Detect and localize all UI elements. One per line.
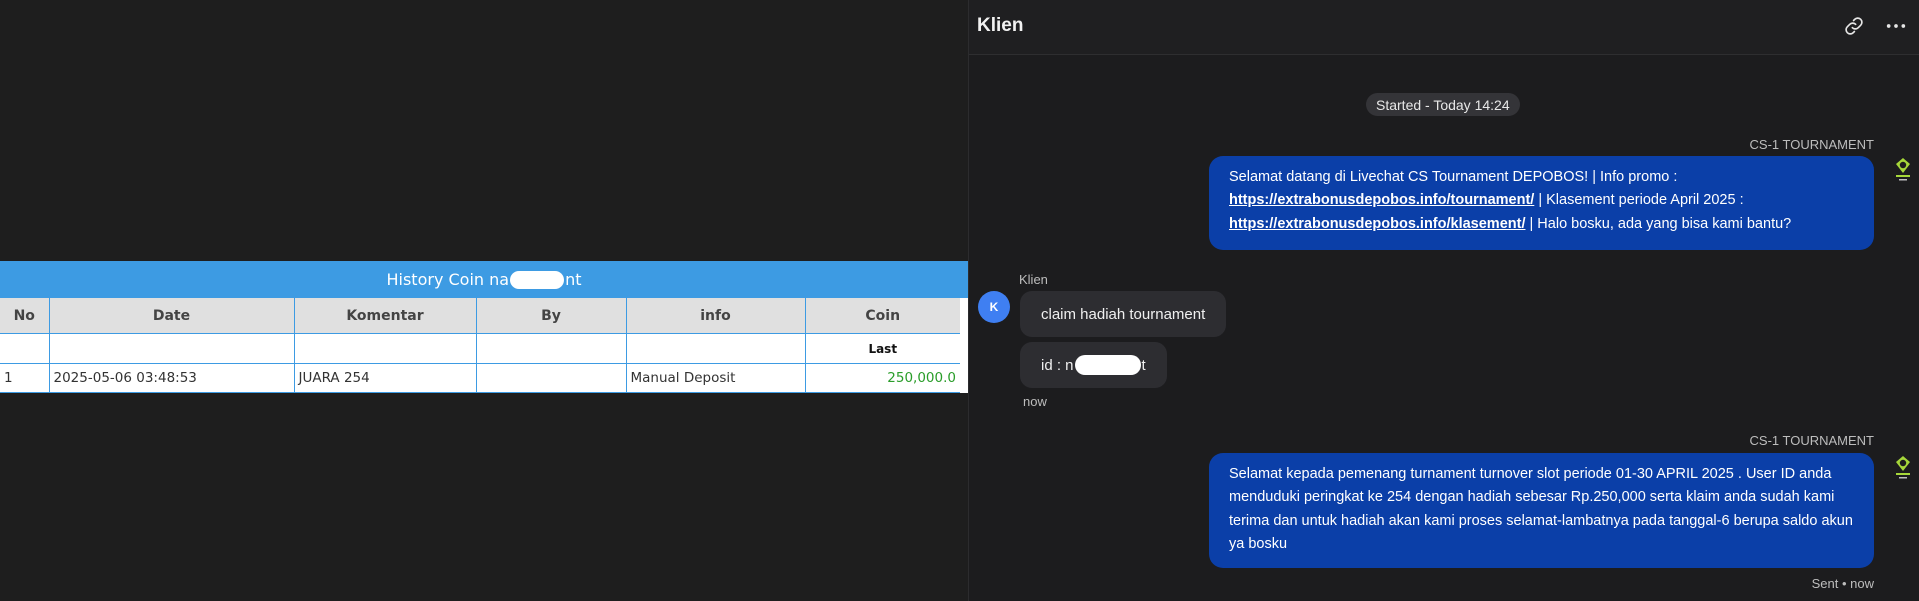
cell-coin: 250,000.0 — [804, 363, 960, 393]
chat-title: Klien — [977, 15, 1024, 36]
tournament-link[interactable]: https://extrabonusdepobos.info/tournamen… — [1229, 192, 1534, 208]
empty-cell — [293, 333, 476, 364]
column-header-date[interactable]: Date — [48, 298, 294, 334]
client-id-prefix: id : n — [1041, 356, 1074, 374]
link-icon[interactable] — [1844, 16, 1864, 36]
chat-header: Klien — [969, 0, 1919, 55]
more-options-icon[interactable] — [1885, 16, 1907, 36]
message-timestamp: now — [1023, 394, 1047, 409]
chat-panel: Klien Started - Today 14:24 CS-1 TOURNAM… — [968, 0, 1919, 601]
client-avatar: K — [978, 291, 1010, 323]
history-title: History Coin na nt — [0, 261, 968, 298]
column-header-info[interactable]: info — [625, 298, 805, 334]
column-header-komentar[interactable]: Komentar — [293, 298, 476, 334]
client-message-bubble: id : n t — [1020, 342, 1167, 388]
empty-cell — [48, 333, 294, 364]
subheader-last: Last — [804, 333, 960, 364]
agent-sender-label: CS-1 TOURNAMENT — [1749, 433, 1874, 448]
redaction-mark — [510, 270, 565, 289]
column-header-coin[interactable]: Coin — [804, 298, 960, 334]
empty-cell — [625, 333, 805, 364]
cell-date: 2025-05-06 03:48:53 — [48, 363, 294, 393]
left-pane: History Coin na nt No Date Komentar By in… — [0, 0, 968, 601]
history-title-suffix: nt — [565, 270, 582, 289]
coin-history-table: No Date Komentar By info Coin Last 1 202… — [0, 298, 960, 393]
depobos-logo-icon — [1896, 158, 1910, 181]
message-text: | Halo bosku, ada yang bisa kami bantu? — [1525, 215, 1792, 232]
table-header-row: No Date Komentar By info Coin — [0, 298, 960, 334]
redaction-mark — [1074, 355, 1141, 375]
cell-info: Manual Deposit — [625, 363, 805, 393]
depobos-logo-icon — [1896, 456, 1910, 479]
column-header-no[interactable]: No — [0, 298, 49, 334]
client-id-suffix: t — [1141, 356, 1146, 374]
cell-no: 1 — [0, 363, 49, 393]
table-row[interactable]: 1 2025-05-06 03:48:53 JUARA 254 Manual D… — [0, 363, 960, 393]
client-sender-label: Klien — [1019, 272, 1048, 287]
session-started-pill: Started - Today 14:24 — [1366, 93, 1520, 116]
message-status: Sent • now — [1811, 576, 1874, 591]
message-text: | Klasement periode April 2025 : — [1534, 192, 1744, 209]
column-header-by[interactable]: By — [475, 298, 626, 334]
cell-by — [475, 363, 626, 393]
agent-message-bubble: Selamat datang di Livechat CS Tournament… — [1209, 156, 1874, 250]
coin-history-panel: History Coin na nt No Date Komentar By in… — [0, 261, 968, 393]
table-subheader-row: Last — [0, 333, 960, 364]
message-text: Selamat datang di Livechat CS Tournament… — [1229, 169, 1678, 185]
agent-message-bubble: Selamat kepada pemenang turnament turnov… — [1209, 453, 1874, 568]
client-message-bubble: claim hadiah tournament — [1020, 291, 1227, 337]
agent-sender-label: CS-1 TOURNAMENT — [1749, 137, 1874, 152]
history-title-prefix: History Coin na — [386, 270, 510, 289]
klasement-link[interactable]: https://extrabonusdepobos.info/klasement… — [1229, 216, 1525, 232]
empty-cell — [475, 333, 626, 364]
empty-cell — [0, 333, 49, 364]
cell-komentar: JUARA 254 — [293, 363, 476, 393]
chat-transcript[interactable]: Started - Today 14:24 CS-1 TOURNAMENT Se… — [969, 55, 1919, 601]
